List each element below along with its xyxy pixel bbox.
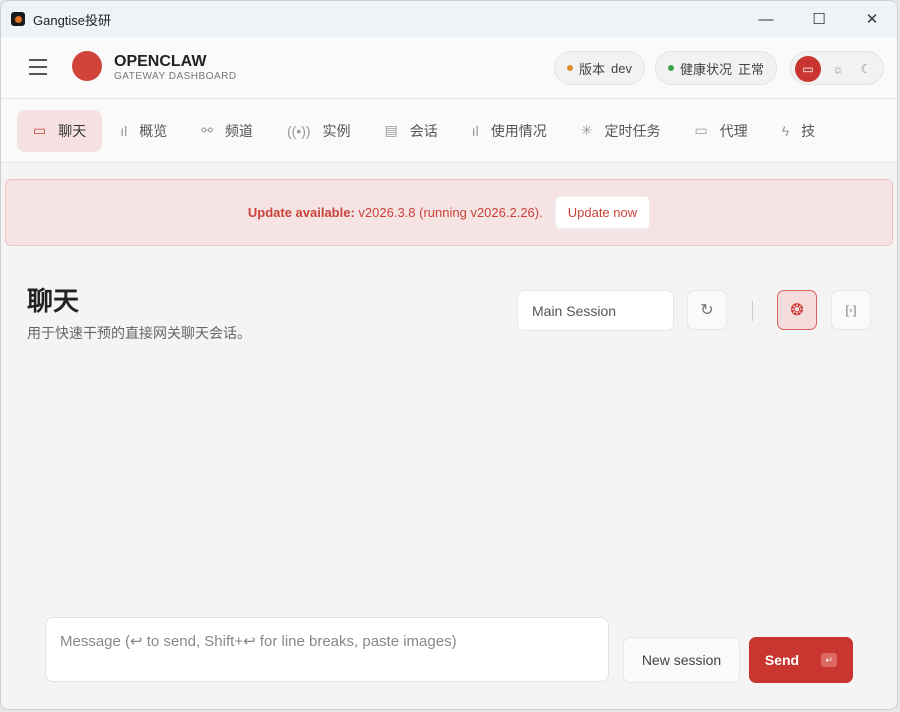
title-bar: Gangtise投研 — ☐ ✕ [1, 1, 897, 37]
logo-icon [72, 51, 102, 81]
folder-icon: ▭ [695, 122, 708, 139]
enter-key-icon: ↵ [821, 653, 837, 667]
health-value: 正常 [738, 59, 764, 78]
tab-2[interactable]: ⚯ 频道 [185, 110, 269, 152]
tab-label: 聊天 [58, 121, 86, 141]
health-badge: 健康状况正常 [655, 51, 777, 85]
tab-1[interactable]: ıl 概览 [104, 110, 183, 152]
tab-6[interactable]: ✳ 定时任务 [565, 110, 677, 152]
message-icon: ▭ [33, 122, 46, 139]
refresh-icon: ↻ [700, 300, 713, 320]
refresh-button[interactable]: ↻ [687, 290, 727, 330]
link-icon: ⚯ [201, 122, 213, 139]
nav-tabs: ▭ 聊天 ıl 概览 ⚯ 频道 ((•)) 实例 ▤ 会话 ıl 使用情况 ✳ 定时任务 ▭ 代理 ϟ技 [1, 99, 897, 163]
version-value: dev [611, 61, 632, 76]
tab-label: 使用情况 [491, 121, 547, 141]
send-button[interactable]: Send ↵ [749, 637, 853, 683]
tab-5[interactable]: ıl 使用情况 [456, 110, 563, 152]
tab-4[interactable]: ▤ 会话 [369, 110, 454, 152]
app-icon [11, 12, 25, 26]
monitor-icon[interactable]: ▭ [795, 56, 821, 82]
health-label: 健康状况 [680, 59, 732, 78]
update-now-button[interactable]: Update now [555, 196, 650, 229]
tab-label: 频道 [225, 121, 253, 141]
session-select[interactable]: Main Session [517, 290, 674, 331]
window-title: Gangtise投研 [33, 10, 111, 29]
radio-icon: ((•)) [287, 123, 311, 139]
tab-label: 定时任务 [605, 121, 661, 141]
minimize-button[interactable]: — [743, 1, 789, 37]
version-label: 版本 [579, 59, 605, 78]
status-dot-icon [567, 65, 573, 71]
update-text: v2026.3.8 (running v2026.2.26). [358, 205, 542, 220]
close-button[interactable]: ✕ [849, 1, 895, 37]
page-subtitle: 用于快速干预的直接网关聊天会话。 [27, 323, 251, 343]
tab-3[interactable]: ((•)) 实例 [271, 110, 367, 152]
focus-icon: [◦] [846, 303, 857, 317]
tab-label: 技 [801, 121, 815, 141]
tab-0[interactable]: ▭ 聊天 [17, 110, 102, 152]
message-input[interactable]: Message (↩ to send, Shift+↩ for line bre… [45, 617, 609, 682]
zap-icon: ϟ [782, 123, 789, 139]
theme-switcher: ▭ ☼ ☾ [790, 51, 884, 85]
divider [752, 301, 753, 321]
thinking-toggle-button[interactable]: ❂ [777, 290, 817, 330]
page-title: 聊天 [27, 281, 79, 318]
brand-title: OPENCLAW [114, 53, 237, 71]
bar-chart-icon: ıl [472, 123, 479, 139]
brain-icon: ❂ [790, 300, 803, 320]
tab-label: 概览 [139, 121, 167, 141]
send-label: Send [765, 652, 799, 668]
status-dot-icon [668, 65, 674, 71]
header: OPENCLAWGATEWAY DASHBOARD 版本 dev 健康状况正常 ▭… [1, 37, 897, 99]
tab-8[interactable]: ϟ技 [766, 110, 831, 152]
version-badge: 版本 dev [554, 51, 645, 85]
brand-subtitle: GATEWAY DASHBOARD [114, 71, 237, 82]
moon-icon[interactable]: ☾ [853, 56, 879, 82]
maximize-button[interactable]: ☐ [796, 1, 842, 37]
new-session-button[interactable]: New session [623, 637, 740, 683]
file-icon: ▤ [385, 122, 398, 139]
update-banner: Update available: v2026.3.8 (running v20… [5, 179, 893, 246]
tab-label: 代理 [720, 121, 748, 141]
menu-icon[interactable] [29, 59, 47, 80]
bar-chart-icon: ıl [120, 123, 127, 139]
update-prefix: Update available: [248, 205, 355, 220]
app-window: Gangtise投研 — ☐ ✕ OPENCLAWGATEWAY DASHBOA… [0, 0, 898, 710]
loader-icon: ✳ [581, 122, 593, 139]
focus-mode-button[interactable]: [◦] [831, 290, 871, 330]
tab-label: 实例 [323, 121, 351, 141]
tab-7[interactable]: ▭ 代理 [679, 110, 764, 152]
tab-label: 会话 [410, 121, 438, 141]
sun-icon[interactable]: ☼ [825, 56, 851, 82]
